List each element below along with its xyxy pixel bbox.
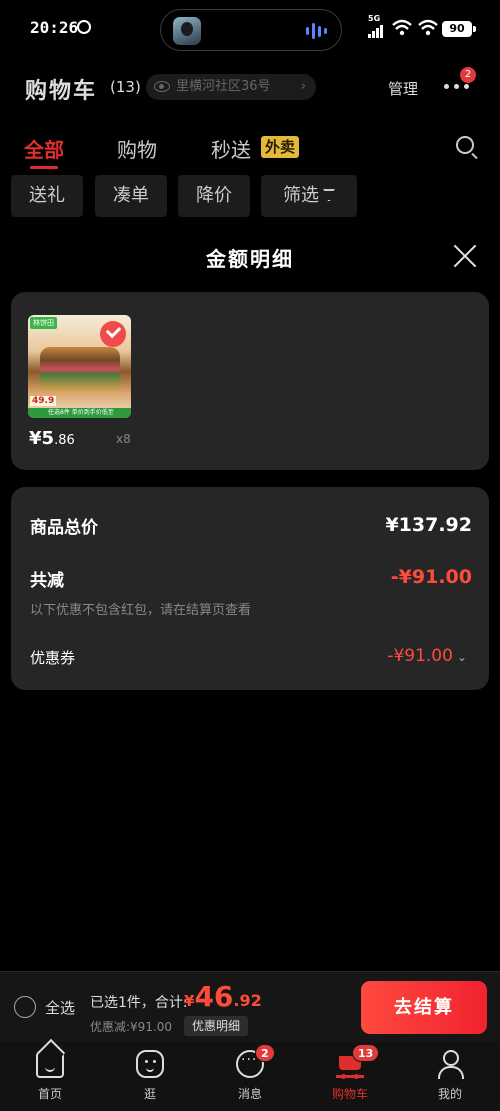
- coupon-value[interactable]: -¥91.00 ⌄: [387, 646, 467, 666]
- audio-wave-icon: [306, 22, 327, 40]
- home-icon: [36, 1050, 64, 1078]
- netease-music-icon: [77, 20, 91, 34]
- product-card: 林饼田 49.9 任选8件 单价到手价低至 ¥5.86 x8: [11, 292, 489, 470]
- cart-badge: 13: [352, 1044, 380, 1062]
- selected-check-icon: [100, 321, 126, 347]
- discount-detail-button[interactable]: 优惠明细: [184, 1016, 249, 1036]
- popup-title: 金额明细: [206, 247, 294, 271]
- page-title: 购物车: [25, 79, 98, 104]
- chip-filter-label: 筛选: [283, 185, 319, 206]
- dynamic-island[interactable]: [160, 9, 342, 51]
- discount-note: 以下优惠不包含红包，请在结算页查看: [30, 603, 252, 618]
- nav-guang-label: 逛: [143, 1087, 156, 1101]
- guang-icon: [136, 1050, 164, 1078]
- wifi-secondary-icon: [418, 19, 438, 36]
- more-icon[interactable]: [444, 84, 474, 90]
- close-icon[interactable]: [453, 244, 477, 268]
- checkout-bar: 全选 已选1件，合计: ¥46.92 优惠减:¥91.00 优惠明细 去结算: [0, 971, 500, 1042]
- coupon-value-text: -¥91.00: [387, 646, 453, 666]
- takeout-badge: 外卖: [261, 136, 300, 158]
- total-reduce-value: -¥91.00: [390, 566, 472, 588]
- product-brand-tag: 林饼田: [30, 317, 57, 329]
- nav-home-label: 首页: [37, 1087, 62, 1101]
- total-amount: ¥46.92: [184, 980, 262, 1013]
- filter-funnel-icon: [323, 189, 335, 201]
- tab-flash-delivery[interactable]: 秒送: [211, 134, 251, 163]
- search-icon[interactable]: [456, 136, 474, 154]
- chip-filter[interactable]: 筛选: [261, 175, 357, 217]
- status-bar: 20:26 5G 90: [0, 0, 500, 60]
- address-text: 里横河社区36号: [176, 79, 271, 94]
- coupon-label: 优惠券: [30, 649, 76, 667]
- total-int: 46: [194, 980, 234, 1013]
- product-image[interactable]: 林饼田 49.9 任选8件 单价到手价低至: [28, 315, 131, 418]
- selected-summary: 已选1件，合计:: [90, 995, 188, 1011]
- tab-shopping[interactable]: 购物: [117, 134, 157, 163]
- product-price: ¥5.86: [29, 428, 75, 449]
- product-price-symbol: ¥: [29, 428, 42, 449]
- battery-icon: 90: [442, 21, 476, 37]
- nav-guang[interactable]: 逛: [100, 1042, 200, 1111]
- wifi-icon: [392, 19, 412, 36]
- total-reduce-label: 共减: [30, 571, 64, 591]
- cart-count: (13): [110, 78, 141, 96]
- tab-all[interactable]: 全部: [24, 134, 64, 169]
- nav-home[interactable]: 首页: [0, 1042, 100, 1111]
- discount-amount: 优惠减:¥91.00: [90, 1020, 173, 1034]
- nav-messages-label: 消息: [237, 1087, 262, 1101]
- cart-tabs: 全部 购物 秒送: [0, 134, 500, 169]
- more-badge: 2: [460, 67, 476, 83]
- product-quantity: x8: [116, 432, 131, 446]
- product-promo-strip: 任选8件 单价到手价低至: [28, 408, 131, 418]
- manage-button[interactable]: 管理: [388, 78, 418, 99]
- status-time: 20:26: [30, 18, 79, 37]
- nav-cart[interactable]: 13 购物车: [300, 1042, 400, 1111]
- messages-badge: 2: [255, 1044, 275, 1062]
- nav-messages[interactable]: 2 消息: [200, 1042, 300, 1111]
- select-all-label[interactable]: 全选: [45, 997, 75, 1018]
- chip-gift[interactable]: 送礼: [11, 175, 83, 217]
- chevron-down-icon: ⌄: [456, 650, 467, 664]
- chip-bundle[interactable]: 凑单: [95, 175, 167, 217]
- sandwich-graphic: [40, 347, 120, 391]
- select-all-radio[interactable]: [14, 996, 36, 1018]
- address-selector[interactable]: 里横河社区36号 ›: [146, 74, 316, 100]
- chevron-right-icon: ›: [300, 79, 306, 94]
- profile-icon: [436, 1050, 464, 1079]
- nav-profile-label: 我的: [437, 1087, 462, 1101]
- eye-icon: [154, 81, 170, 92]
- chip-price-drop[interactable]: 降价: [178, 175, 250, 217]
- price-summary-card: 商品总价 ¥137.92 共减 -¥91.00 以下优惠不包含红包，请在结算页查…: [11, 487, 489, 690]
- total-price-value: ¥137.92: [385, 514, 472, 536]
- nav-profile[interactable]: 我的: [400, 1042, 500, 1111]
- total-symbol: ¥: [184, 992, 195, 1010]
- now-playing-avatar-icon: [173, 17, 201, 45]
- checkout-button[interactable]: 去结算: [361, 981, 487, 1034]
- product-price-int: 5: [41, 428, 55, 449]
- bottom-tab-bar: 首页 逛 2 消息 13 购物车 我的: [0, 1042, 500, 1111]
- total-dec: .92: [233, 991, 262, 1010]
- signal-icon: [368, 22, 386, 38]
- product-image-price: 49.9: [30, 396, 57, 406]
- total-price-label: 商品总价: [30, 518, 98, 538]
- product-price-dec: .86: [54, 433, 75, 448]
- nav-cart-label: 购物车: [331, 1087, 368, 1101]
